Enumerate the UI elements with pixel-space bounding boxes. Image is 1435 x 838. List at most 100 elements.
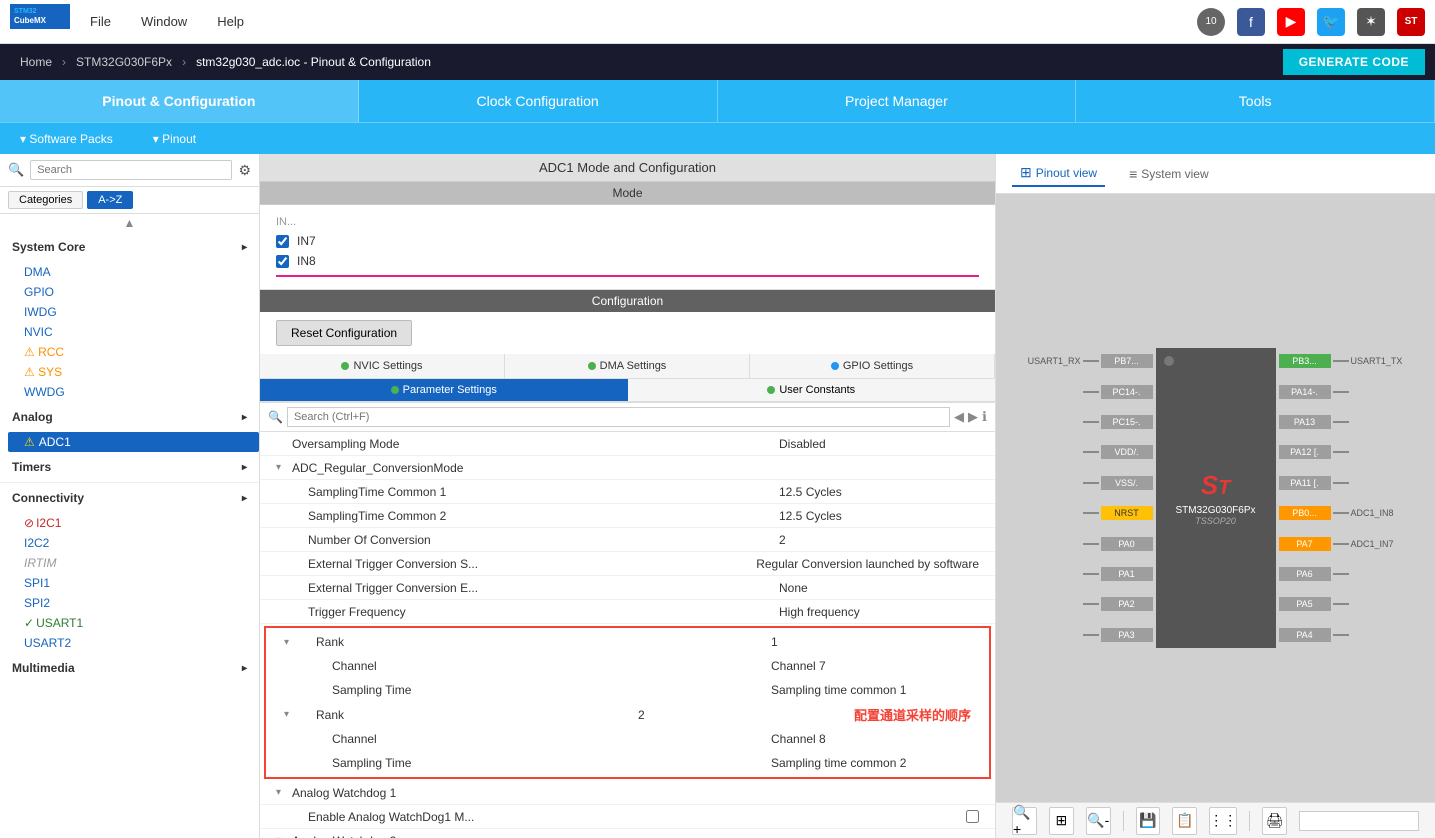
collapse-icon[interactable]: ▾ (276, 462, 292, 473)
pb3-pin-box[interactable]: PB3... (1279, 354, 1331, 368)
tab-nvic-settings[interactable]: NVIC Settings (260, 354, 505, 378)
fit-screen-button[interactable]: ⊞ (1049, 807, 1074, 835)
pa1-pin-box[interactable]: PA1 (1101, 567, 1153, 581)
prev-result-icon[interactable]: ◀ (954, 409, 964, 425)
collapse-rank2-icon[interactable]: ▾ (284, 709, 300, 720)
filter-az-button[interactable]: A->Z (87, 191, 133, 209)
sidebar-item-usart2[interactable]: USART2 (8, 633, 259, 653)
sidebar-item-irtim[interactable]: IRTIM (8, 553, 259, 573)
vdd-pin-box[interactable]: VDD/. (1101, 445, 1153, 459)
tab-pinout-config[interactable]: Pinout & Configuration (0, 80, 359, 122)
tab-system-view[interactable]: ≡ System view (1121, 162, 1217, 186)
settings-icon[interactable]: ⚙ (238, 162, 251, 179)
pb0-pin-box[interactable]: PB0... (1279, 506, 1331, 520)
pin-nrst: NRST (1026, 506, 1153, 520)
expand-wd1-icon[interactable]: ▾ (276, 787, 292, 798)
sidebar-item-nvic[interactable]: NVIC (8, 322, 259, 342)
collapse-rank1-icon[interactable]: ▾ (284, 637, 300, 648)
pa11-pin-box[interactable]: PA11 [. (1279, 476, 1331, 490)
sidebar-item-spi1[interactable]: SPI1 (8, 573, 259, 593)
breadcrumb-home[interactable]: Home (10, 55, 62, 69)
sidebar-item-dma[interactable]: DMA (8, 262, 259, 282)
sidebar-item-i2c1[interactable]: ⊘ I2C1 (8, 513, 259, 533)
subtab-software-packs[interactable]: ▾ Software Packs (0, 123, 133, 154)
sidebar-group-multimedia: Multimedia ▸ (0, 653, 259, 683)
sub-tabs: ▾ Software Packs ▾ Pinout (0, 122, 1435, 154)
pa4-pin-box[interactable]: PA4 (1279, 628, 1331, 642)
info-icon[interactable]: ℹ (982, 409, 987, 425)
tab-tools[interactable]: Tools (1076, 80, 1435, 122)
tab-parameter-settings[interactable]: Parameter Settings (260, 379, 628, 401)
pin-line (1333, 360, 1349, 362)
sidebar-group-title-connectivity[interactable]: Connectivity ▸ (0, 487, 259, 509)
sidebar-item-rcc[interactable]: RCC (8, 342, 259, 362)
vss-pin-box[interactable]: VSS/. (1101, 476, 1153, 490)
print-button[interactable]: 🖨 (1262, 807, 1287, 835)
sidebar-item-gpio[interactable]: GPIO (8, 282, 259, 302)
reset-config-button[interactable]: Reset Configuration (276, 320, 412, 346)
facebook-icon[interactable]: f (1237, 8, 1265, 36)
in8-checkbox[interactable] (276, 255, 289, 268)
pin-line (1083, 634, 1099, 636)
pa6-pin-box[interactable]: PA6 (1279, 567, 1331, 581)
sidebar-item-sys[interactable]: SYS (8, 362, 259, 382)
highlighted-section: ▾ Rank 1 Channel Channel 7 Sampling Time… (264, 626, 991, 779)
pa7-pin-box[interactable]: PA7 (1279, 537, 1331, 551)
chevron-icon-timers: ▸ (242, 462, 247, 473)
next-result-icon[interactable]: ▶ (968, 409, 978, 425)
breadcrumb-device[interactable]: STM32G030F6Px (66, 55, 182, 69)
tab-project-manager[interactable]: Project Manager (718, 80, 1077, 122)
nrst-pin-box[interactable]: NRST (1101, 506, 1153, 520)
sidebar-item-iwdg[interactable]: IWDG (8, 302, 259, 322)
pb7-pin-box[interactable]: PB7... (1101, 354, 1153, 368)
tab-dma-settings[interactable]: DMA Settings (505, 354, 750, 378)
generate-code-button[interactable]: GENERATE CODE (1283, 49, 1425, 75)
tab-clock-config[interactable]: Clock Configuration (359, 80, 718, 122)
config-tabs: NVIC Settings DMA Settings GPIO Settings (260, 354, 995, 379)
in7-checkbox[interactable] (276, 235, 289, 248)
zoom-out-button[interactable]: 🔍- (1086, 807, 1111, 835)
subtab-pinout[interactable]: ▾ Pinout (133, 123, 216, 154)
twitter-icon[interactable]: 🐦 (1317, 8, 1345, 36)
grid-button[interactable]: ⋮⋮ (1209, 807, 1237, 835)
tab-gpio-settings[interactable]: GPIO Settings (750, 354, 995, 378)
sidebar-group-title-timers[interactable]: Timers ▸ (0, 456, 259, 478)
cancel-icon: ⊘ (24, 516, 34, 530)
youtube-icon[interactable]: ▶ (1277, 8, 1305, 36)
menu-window[interactable]: Window (141, 14, 187, 29)
pa3-pin-box[interactable]: PA3 (1101, 628, 1153, 642)
sidebar-item-spi2[interactable]: SPI2 (8, 593, 259, 613)
pa0-pin-box[interactable]: PA0 (1101, 537, 1153, 551)
toolbar-search-input[interactable] (1299, 811, 1419, 831)
pa5-pin-box[interactable]: PA5 (1279, 597, 1331, 611)
param-search-input[interactable] (287, 407, 950, 427)
export-button[interactable]: 💾 (1136, 807, 1161, 835)
pc14-pin-box[interactable]: PC14-. (1101, 385, 1153, 399)
filter-categories-button[interactable]: Categories (8, 191, 83, 209)
sidebar-scroll-up[interactable]: ▲ (0, 214, 259, 232)
zoom-in-button[interactable]: 🔍+ (1012, 807, 1037, 835)
star-icon[interactable]: ✶ (1357, 8, 1385, 36)
tab-pinout-view[interactable]: ⊞ Pinout view (1012, 160, 1105, 187)
pa14-pin-box[interactable]: PA14-. (1279, 385, 1331, 399)
search-input[interactable] (30, 160, 232, 180)
pin-line (1333, 634, 1349, 636)
pa12-pin-box[interactable]: PA12 [. (1279, 445, 1331, 459)
sidebar-item-usart1[interactable]: ✓ USART1 (8, 613, 259, 633)
wd1-checkbox[interactable] (966, 810, 979, 823)
sidebar-item-wwdg[interactable]: WWDG (8, 382, 259, 402)
copy-button[interactable]: 📋 (1172, 807, 1197, 835)
menu-file[interactable]: File (90, 14, 111, 29)
sidebar-group-title-multimedia[interactable]: Multimedia ▸ (0, 657, 259, 679)
sidebar-group-title-system-core[interactable]: System Core ▸ (0, 236, 259, 258)
pc15-pin-box[interactable]: PC15-. (1101, 415, 1153, 429)
pa13-pin-box[interactable]: PA13 (1279, 415, 1331, 429)
sidebar-item-adc1[interactable]: ⚠ ADC1 (8, 432, 259, 452)
param-row-oversampling: Oversampling Mode Disabled (260, 432, 995, 456)
pa2-pin-box[interactable]: PA2 (1101, 597, 1153, 611)
pin-pa11: PA11 [. (1279, 476, 1406, 490)
tab-user-constants[interactable]: User Constants (628, 379, 996, 401)
sidebar-group-title-analog[interactable]: Analog ▸ (0, 406, 259, 428)
menu-help[interactable]: Help (217, 14, 244, 29)
sidebar-item-i2c2[interactable]: I2C2 (8, 533, 259, 553)
